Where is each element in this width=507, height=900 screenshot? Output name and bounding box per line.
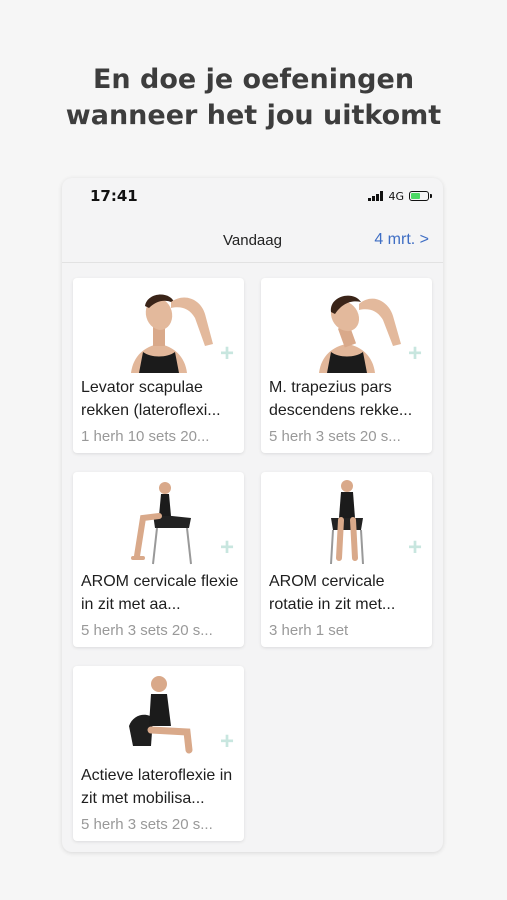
signal-icon	[368, 191, 384, 201]
exercise-card[interactable]: + M. trapezius pars descendens rekke... …	[261, 278, 432, 453]
exercise-thumbnail	[319, 295, 401, 373]
exercise-meta: 3 herh 1 set	[269, 622, 349, 639]
exercise-card[interactable]: + AROM cervicale flexie in zit met aa...…	[73, 472, 244, 647]
exercise-thumbnail	[131, 294, 213, 373]
exercise-card[interactable]: + AROM cervicale rotatie in zit met... 3…	[261, 472, 432, 647]
network-label: 4G	[388, 189, 404, 203]
plus-icon[interactable]: +	[220, 342, 234, 366]
exercise-meta: 5 herh 3 sets 20 s...	[81, 816, 213, 833]
exercise-meta: 5 herh 3 sets 20 s...	[269, 428, 401, 445]
phone-screen: 17:41 4G Vandaag 4 mrt. > + Levator scap…	[62, 178, 443, 852]
exercise-meta: 1 herh 10 sets 20...	[81, 428, 210, 445]
status-bar: 17:41 4G	[62, 178, 443, 214]
exercise-card[interactable]: + Levator scapulae rekken (lateroflexi..…	[73, 278, 244, 453]
next-date-link[interactable]: 4 mrt. >	[374, 231, 429, 249]
headline-line-2: wanneer het jou uitkomt	[65, 100, 442, 131]
plus-icon[interactable]: +	[220, 730, 234, 754]
exercise-title: Levator scapulae rekken (lateroflexi...	[81, 379, 221, 419]
exercise-card[interactable]: + Actieve lateroflexie in zit met mobili…	[73, 666, 244, 841]
plus-icon[interactable]: +	[220, 536, 234, 560]
battery-icon	[409, 191, 432, 201]
plus-icon[interactable]: +	[408, 342, 422, 366]
exercise-thumbnail	[131, 482, 192, 565]
exercise-meta: 5 herh 3 sets 20 s...	[81, 622, 213, 639]
exercise-title: AROM cervicale rotatie in zit met...	[269, 573, 396, 613]
headline-line-1: En doe je oefeningen	[92, 64, 415, 95]
marketing-headline: En doe je oefeningen wanneer het jou uit…	[0, 62, 507, 134]
nav-bar: Vandaag 4 mrt. >	[62, 222, 443, 263]
exercise-title: M. trapezius pars descendens rekke...	[269, 379, 413, 419]
exercise-title: AROM cervicale flexie in zit met aa...	[81, 573, 239, 613]
plus-icon[interactable]: +	[408, 536, 422, 560]
exercise-title: Actieve lateroflexie in zit met mobilisa…	[81, 767, 233, 807]
exercise-thumbnail	[129, 676, 193, 754]
status-time: 17:41	[90, 187, 138, 205]
status-icons: 4G	[368, 189, 432, 203]
exercise-thumbnail	[330, 480, 364, 565]
